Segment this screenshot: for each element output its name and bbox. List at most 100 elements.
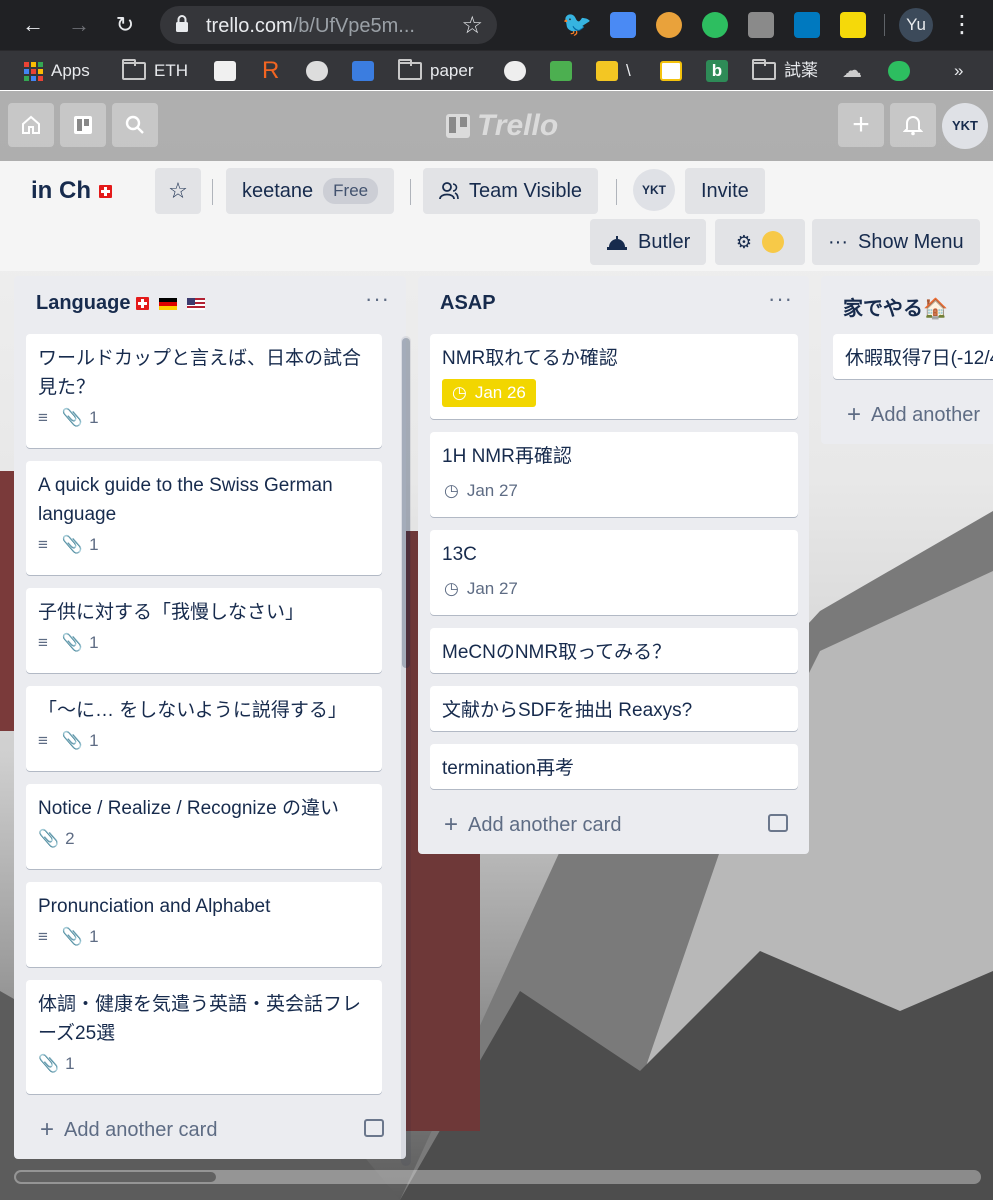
card-title: 「〜に… をしないように説得する」: [38, 700, 347, 721]
card[interactable]: 文献からSDFを抽出 Reaxys?: [430, 686, 798, 731]
bookmark-evernote[interactable]: [888, 57, 910, 85]
add-card-button[interactable]: + Add another card: [444, 811, 621, 839]
chevron-double-right-icon: »: [954, 61, 964, 80]
extension-translate-icon[interactable]: [610, 12, 636, 38]
trello-logo-text: Trello: [477, 109, 559, 142]
card[interactable]: 体調・健康を気遣う英語・英会話フレーズ25選 📎 1: [26, 980, 382, 1094]
visibility-label: Team Visible: [469, 180, 583, 202]
plan-badge: Free: [323, 178, 379, 204]
show-menu-button[interactable]: ··· Show Menu: [812, 219, 980, 265]
create-button[interactable]: +: [838, 103, 884, 147]
board-horizontal-scrollbar[interactable]: [14, 1170, 981, 1184]
extension-twitter-icon[interactable]: 🐦: [562, 12, 592, 38]
plus-icon: +: [847, 401, 862, 428]
add-card-button[interactable]: + Add another card: [40, 1116, 217, 1144]
extension-line-icon[interactable]: [748, 12, 774, 38]
card[interactable]: 「〜に… をしないように説得する」 ≡ 📎 1: [26, 686, 382, 771]
ellipsis-icon: ···: [828, 231, 848, 253]
card-title: 文献からSDFを抽出 Reaxys?: [442, 700, 693, 721]
extension-trello-icon[interactable]: [794, 12, 820, 38]
bookmark-apps[interactable]: Apps: [24, 57, 90, 85]
card[interactable]: MeCNのNMR取ってみる？: [430, 628, 798, 673]
team-name: keetane: [242, 180, 314, 202]
chrome-menu-icon[interactable]: ⋮: [950, 8, 974, 42]
card-title: NMR取れてるか確認: [442, 348, 618, 369]
board-member-avatar[interactable]: YKT: [633, 169, 675, 211]
address-bar[interactable]: trello.com/b/UfVpe5m... ☆: [160, 6, 497, 44]
card[interactable]: A quick guide to the Swiss German langua…: [26, 461, 382, 575]
list-title[interactable]: 家でやる🏠: [843, 292, 948, 321]
trello-logo[interactable]: Trello: [445, 109, 558, 143]
list-menu-button[interactable]: ···: [365, 286, 390, 312]
home-icon: [22, 115, 40, 134]
search-button[interactable]: [112, 103, 158, 147]
list-menu-button[interactable]: ···: [768, 286, 793, 312]
horizontal-scrollbar-thumb[interactable]: [16, 1172, 216, 1182]
list-scrollbar[interactable]: [401, 336, 411, 1166]
card-template-icon[interactable]: [768, 814, 788, 832]
trello-logo-icon: [446, 114, 470, 138]
home-button[interactable]: [8, 103, 54, 147]
bookmark-eth[interactable]: ETH: [122, 57, 188, 85]
list-title[interactable]: Language: [36, 292, 206, 315]
card[interactable]: termination再考: [430, 744, 798, 789]
powerups-button[interactable]: ⚙: [715, 219, 805, 265]
add-card-label: Add another card: [64, 1118, 218, 1141]
extension-evernote-icon[interactable]: [702, 12, 728, 38]
user-avatar[interactable]: YKT: [942, 103, 988, 149]
team-button[interactable]: keetane Free: [226, 168, 395, 214]
card-template-icon[interactable]: [364, 1119, 384, 1137]
bookmark-triangle[interactable]: [660, 57, 682, 85]
card[interactable]: 休暇取得7日(-12/4: [833, 334, 993, 379]
notifications-button[interactable]: [890, 103, 936, 147]
star-board-button[interactable]: ☆: [155, 168, 201, 214]
bookmarks-overflow[interactable]: »: [954, 57, 963, 85]
description-icon: ≡: [38, 927, 48, 946]
profile-avatar[interactable]: Yu: [899, 8, 933, 42]
bookmark-paper[interactable]: paper: [398, 57, 473, 85]
bookmark-paper-label: paper: [430, 61, 474, 80]
description-icon: ≡: [38, 535, 48, 554]
bookmark-tools[interactable]: \: [596, 57, 631, 85]
list-asap: ASAP ··· NMR取れてるか確認 ◷ Jan 26 1H NMR再確認 ◷ J…: [418, 276, 809, 854]
url-text: trello.com/b/UfVpe5m...: [206, 15, 415, 37]
bookmark-circle[interactable]: [306, 57, 328, 85]
extension-tab-icon[interactable]: [840, 12, 866, 38]
back-icon[interactable]: ←: [18, 10, 48, 40]
bookmark-shiyaku-label: 試薬: [784, 61, 818, 80]
card[interactable]: Pronunciation and Alphabet ≡ 📎 1: [26, 882, 382, 967]
card[interactable]: Notice / Realize / Recognize の違い 📎 2: [26, 784, 382, 869]
forward-icon[interactable]: →: [64, 10, 94, 40]
star-icon: ☆: [168, 178, 188, 203]
bookmark-r[interactable]: R: [262, 57, 279, 85]
extension-chat-icon[interactable]: [656, 12, 682, 38]
triangle-icon: [660, 61, 682, 81]
bookmark-flask[interactable]: [550, 57, 572, 85]
board-title[interactable]: in Ch: [31, 177, 112, 205]
bookmark-lips[interactable]: [214, 57, 236, 85]
card[interactable]: 1H NMR再確認 ◷ Jan 27: [430, 432, 798, 517]
add-card-button[interactable]: + Add another: [847, 401, 980, 429]
card[interactable]: NMR取れてるか確認 ◷ Jan 26: [430, 334, 798, 419]
card[interactable]: 13C ◷ Jan 27: [430, 530, 798, 615]
b-icon: b: [706, 60, 728, 82]
bookmark-shiyaku[interactable]: 試薬: [752, 57, 818, 85]
card-title: ワールドカップと言えば、日本の試合見た？: [38, 348, 362, 398]
bookmark-star-icon[interactable]: ☆: [461, 11, 483, 40]
invite-button[interactable]: Invite: [685, 168, 765, 214]
visibility-button[interactable]: Team Visible: [423, 168, 599, 214]
bookmark-shield[interactable]: [504, 57, 526, 85]
bookmark-graduation[interactable]: [352, 57, 374, 85]
boards-button[interactable]: [60, 103, 106, 147]
card-title: 休暇取得7日(-12/4: [845, 348, 993, 369]
list-title[interactable]: ASAP: [440, 292, 496, 315]
header-divider: [212, 179, 213, 205]
butler-button[interactable]: Butler: [590, 219, 707, 265]
card[interactable]: 子供に対する「我慢しなさい」 ≡ 📎 1: [26, 588, 382, 673]
reload-icon[interactable]: ↻: [110, 10, 140, 40]
add-card-label: Add another card: [468, 813, 622, 836]
bookmark-cloud[interactable]: ☁: [842, 57, 862, 85]
card[interactable]: ワールドカップと言えば、日本の試合見た？ ≡ 📎 1: [26, 334, 382, 448]
bookmark-b[interactable]: b: [706, 57, 728, 85]
list-scrollbar-thumb[interactable]: [402, 338, 410, 668]
